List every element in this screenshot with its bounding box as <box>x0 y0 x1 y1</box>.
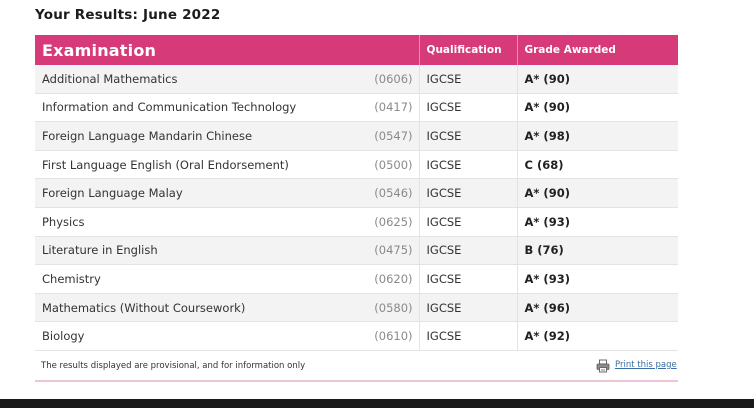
grade-cell: A* (90) <box>516 65 679 94</box>
bottom-bar <box>0 399 754 408</box>
syllabus-code: (0580) <box>346 293 420 323</box>
grade-cell: A* (93) <box>516 264 679 294</box>
table-row: First Language English (Oral Endorsement… <box>35 150 679 180</box>
qualification-cell: IGCSE <box>418 293 518 323</box>
printer-icon[interactable] <box>596 358 610 373</box>
qualification-cell: IGCSE <box>418 93 518 123</box>
table-row: Information and Communication Technology… <box>35 93 679 123</box>
print-page-link[interactable]: Print this page <box>596 357 677 373</box>
qualification-cell: IGCSE <box>418 207 518 237</box>
syllabus-code: (0625) <box>346 207 420 237</box>
page-title: Your Results: June 2022 <box>35 7 221 23</box>
subject-name: Physics <box>35 207 346 237</box>
results-table: Examination Qualification Grade Awarded … <box>35 35 679 351</box>
syllabus-code: (0620) <box>346 264 420 294</box>
grade-cell: A* (90) <box>516 93 679 123</box>
grade-cell: B (76) <box>516 236 679 266</box>
header-qualification: Qualification <box>418 35 518 65</box>
header-grade-awarded: Grade Awarded <box>516 35 679 65</box>
grade-cell: A* (98) <box>516 121 679 151</box>
qualification-cell: IGCSE <box>418 236 518 266</box>
qualification-cell: IGCSE <box>418 121 518 151</box>
syllabus-code: (0606) <box>346 65 420 94</box>
header-examination: Examination <box>35 35 420 65</box>
qualification-cell: IGCSE <box>418 65 518 94</box>
table-row: Chemistry (0620) IGCSE A* (93) <box>35 264 679 294</box>
grade-cell: C (68) <box>516 150 679 180</box>
table-row: Literature in English (0475) IGCSE B (76… <box>35 236 679 266</box>
qualification-cell: IGCSE <box>418 321 518 351</box>
footer-divider <box>35 380 678 382</box>
table-row: Foreign Language Mandarin Chinese (0547)… <box>35 121 679 151</box>
grade-cell: A* (93) <box>516 207 679 237</box>
table-header-row: Examination Qualification Grade Awarded <box>35 35 679 65</box>
subject-name: Chemistry <box>35 264 346 294</box>
qualification-cell: IGCSE <box>418 178 518 208</box>
syllabus-code: (0546) <box>346 178 420 208</box>
subject-name: First Language English (Oral Endorsement… <box>35 150 346 180</box>
syllabus-code: (0500) <box>346 150 420 180</box>
subject-name: Literature in English <box>35 236 346 266</box>
subject-name: Additional Mathematics <box>35 65 346 94</box>
syllabus-code: (0417) <box>346 93 420 123</box>
qualification-cell: IGCSE <box>418 264 518 294</box>
table-row: Additional Mathematics (0606) IGCSE A* (… <box>35 65 679 94</box>
table-row: Foreign Language Malay (0546) IGCSE A* (… <box>35 178 679 208</box>
subject-name: Foreign Language Mandarin Chinese <box>35 121 346 151</box>
syllabus-code: (0610) <box>346 321 420 351</box>
subject-name: Mathematics (Without Coursework) <box>35 293 346 323</box>
qualification-cell: IGCSE <box>418 150 518 180</box>
grade-cell: A* (96) <box>516 293 679 323</box>
subject-name: Information and Communication Technology <box>35 93 346 123</box>
subject-name: Foreign Language Malay <box>35 178 346 208</box>
grade-cell: A* (90) <box>516 178 679 208</box>
subject-name: Biology <box>35 321 346 351</box>
print-page-label[interactable]: Print this page <box>615 360 677 370</box>
table-row: Physics (0625) IGCSE A* (93) <box>35 207 679 237</box>
provisional-results-note: The results displayed are provisional, a… <box>41 361 306 371</box>
syllabus-code: (0475) <box>346 236 420 266</box>
grade-cell: A* (92) <box>516 321 679 351</box>
table-row: Mathematics (Without Coursework) (0580) … <box>35 293 679 323</box>
table-row: Biology (0610) IGCSE A* (92) <box>35 321 679 351</box>
syllabus-code: (0547) <box>346 121 420 151</box>
